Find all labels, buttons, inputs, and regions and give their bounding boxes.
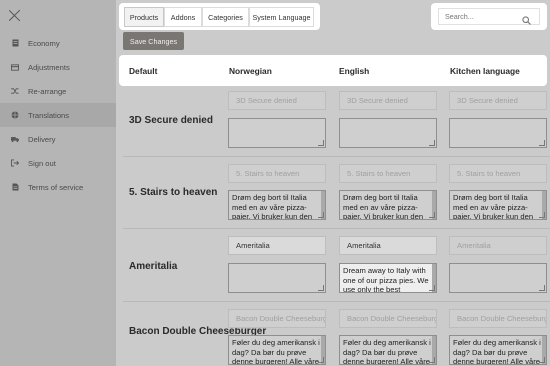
description-text: Drøm deg bort til Italia med en av våre … (453, 193, 534, 220)
name-input-norwegian[interactable]: 5. Stairs to heaven (228, 164, 326, 183)
sidebar-item-translations[interactable]: Translations (0, 103, 116, 127)
row-label: 5. Stairs to heaven (129, 187, 218, 198)
search-icon[interactable] (522, 12, 531, 25)
close-icon[interactable] (9, 9, 21, 21)
description-text: Drøm deg bort til Italia med en av våre … (232, 193, 313, 220)
row-divider (123, 156, 550, 157)
name-input-norwegian[interactable]: 3D Secure denied (228, 91, 326, 110)
name-input-english[interactable]: 3D Secure denied (339, 91, 437, 110)
name-input-english[interactable]: Bacon Double Cheeseburger (339, 309, 437, 328)
search-box (431, 3, 547, 30)
description-textarea-kitchen[interactable] (449, 118, 547, 148)
document-icon (11, 183, 19, 191)
description-textarea-norwegian[interactable] (228, 118, 326, 148)
truck-icon (11, 135, 19, 143)
description-textarea-norwegian[interactable]: Føler du deg amerikansk i dag? Da bør du… (228, 335, 326, 365)
description-text: Føler du deg amerikansk i dag? Da bør du… (343, 338, 431, 365)
scrollbar[interactable] (432, 264, 436, 292)
description-textarea-kitchen[interactable] (449, 263, 547, 293)
description-textarea-norwegian[interactable] (228, 263, 326, 293)
scrollbar[interactable] (542, 191, 546, 219)
scrollbar[interactable] (432, 191, 436, 219)
description-textarea-kitchen[interactable]: Føler du deg amerikansk i dag? Da bør du… (449, 335, 547, 365)
description-textarea-english[interactable]: Dream away to Italy with one of our pizz… (339, 263, 437, 293)
name-input-norwegian[interactable]: Bacon Double Cheeseburger (228, 309, 326, 328)
column-header-kitchen-language: Kitchen language (450, 66, 520, 76)
save-changes-button[interactable]: Save Changes (123, 32, 184, 50)
sidebar-item-label: Translations (28, 110, 70, 120)
sidebar-item-delivery[interactable]: Delivery (0, 127, 116, 151)
tab-addons[interactable]: Addons (164, 7, 202, 27)
sidebar-item-label: Sign out (28, 158, 56, 168)
description-textarea-kitchen[interactable]: Drøm deg bort til Italia med en av våre … (449, 190, 547, 220)
name-input-norwegian[interactable]: Ameritalia (228, 236, 326, 255)
scrollbar[interactable] (321, 336, 325, 364)
tab-categories[interactable]: Categories (202, 7, 249, 27)
sidebar-item-re-arrange[interactable]: Re-arrange (0, 79, 116, 103)
description-text: Føler du deg amerikansk i dag? Da bør du… (232, 338, 320, 365)
tab-bar: Products Addons Categories System Langua… (119, 3, 320, 30)
sidebar-item-terms-of-service[interactable]: Terms of service (0, 175, 116, 199)
description-textarea-english[interactable]: Føler du deg amerikansk i dag? Da bør du… (339, 335, 437, 365)
description-text: Dream away to Italy with one of our pizz… (343, 266, 429, 293)
description-text: Føler du deg amerikansk i dag? Da bør du… (453, 338, 541, 365)
credit-card-icon (11, 63, 19, 71)
description-textarea-english[interactable] (339, 118, 437, 148)
row-label: 3D Secure denied (129, 115, 213, 126)
row-label: Ameritalia (129, 261, 178, 272)
scrollbar[interactable] (321, 191, 325, 219)
name-input-kitchen[interactable]: 5. Stairs to heaven (449, 164, 547, 183)
scrollbar[interactable] (542, 336, 546, 364)
sign-out-icon (11, 159, 19, 167)
scrollbar[interactable] (432, 336, 436, 364)
column-header-norwegian: Norwegian (229, 66, 272, 76)
tab-system-language[interactable]: System Language (249, 7, 314, 27)
column-header-english: English (339, 66, 370, 76)
row-divider (123, 228, 550, 229)
name-input-kitchen[interactable]: Ameritalia (449, 236, 547, 255)
row-divider (123, 301, 550, 302)
description-textarea-norwegian[interactable]: Drøm deg bort til Italia med en av våre … (228, 190, 326, 220)
sidebar: Economy Adjustments Re-arrange Translati… (0, 0, 116, 366)
sidebar-item-sign-out[interactable]: Sign out (0, 151, 116, 175)
name-input-kitchen[interactable]: 3D Secure denied (449, 91, 547, 110)
sidebar-item-label: Economy (28, 38, 60, 48)
name-input-english[interactable]: Ameritalia (339, 236, 437, 255)
name-input-english[interactable]: 5. Stairs to heaven (339, 164, 437, 183)
sidebar-item-label: Adjustments (28, 62, 70, 72)
globe-icon (11, 111, 19, 119)
shuffle-icon (11, 87, 19, 95)
sidebar-item-label: Re-arrange (28, 86, 67, 96)
sidebar-item-label: Terms of service (28, 182, 84, 192)
tab-products[interactable]: Products (124, 7, 164, 27)
description-textarea-english[interactable]: Drøm deg bort til Italia med en av våre … (339, 190, 437, 220)
name-input-kitchen[interactable]: Bacon Double Cheeseburger (449, 309, 547, 328)
column-header-default: Default (129, 66, 158, 76)
ledger-icon (11, 39, 19, 47)
description-text: Drøm deg bort til Italia med en av våre … (343, 193, 424, 220)
sidebar-item-adjustments[interactable]: Adjustments (0, 55, 116, 79)
sidebar-item-economy[interactable]: Economy (0, 31, 116, 55)
sidebar-item-label: Delivery (28, 134, 56, 144)
